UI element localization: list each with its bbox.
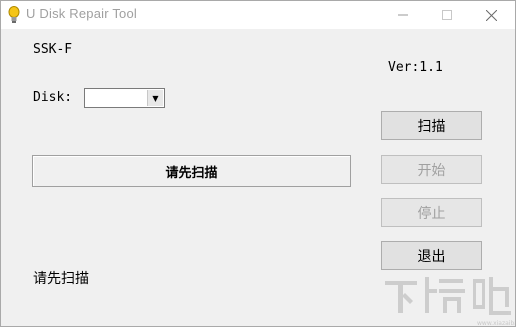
status-panel-text: 请先扫描: [165, 165, 218, 181]
disk-label: Disk:: [33, 90, 73, 105]
minimize-icon: [398, 14, 408, 16]
status-panel: 请先扫描: [32, 155, 351, 187]
watermark-logo: www.xiazaiba.com: [385, 277, 515, 327]
stop-button-label: 停止: [417, 205, 446, 222]
disk-select[interactable]: ▼: [84, 88, 165, 108]
device-name: SSK-F: [33, 42, 73, 57]
app-window: U Disk Repair Tool SSK-F Ver:1.1 Disk: ▼…: [0, 0, 516, 327]
lightbulb-icon: [8, 6, 20, 23]
minimize-button[interactable]: [381, 1, 425, 29]
scan-button-label: 扫描: [417, 118, 446, 135]
stop-button[interactable]: 停止: [381, 198, 482, 227]
maximize-icon: [442, 10, 452, 20]
close-button[interactable]: [469, 1, 513, 29]
version-label: Ver:1.1: [388, 60, 443, 75]
scan-button[interactable]: 扫描: [381, 111, 482, 140]
bottom-status-text: 请先扫描: [33, 271, 89, 287]
svg-text:www.xiazaiba.com: www.xiazaiba.com: [477, 320, 515, 327]
dropdown-arrow-icon[interactable]: ▼: [147, 90, 163, 106]
start-button[interactable]: 开始: [381, 155, 482, 184]
title-bar[interactable]: U Disk Repair Tool: [1, 1, 515, 29]
maximize-button[interactable]: [425, 1, 469, 29]
exit-button-label: 退出: [417, 248, 446, 265]
start-button-label: 开始: [417, 162, 446, 179]
window-title: U Disk Repair Tool: [26, 6, 138, 21]
close-icon: [485, 9, 497, 21]
exit-button[interactable]: 退出: [381, 241, 482, 270]
